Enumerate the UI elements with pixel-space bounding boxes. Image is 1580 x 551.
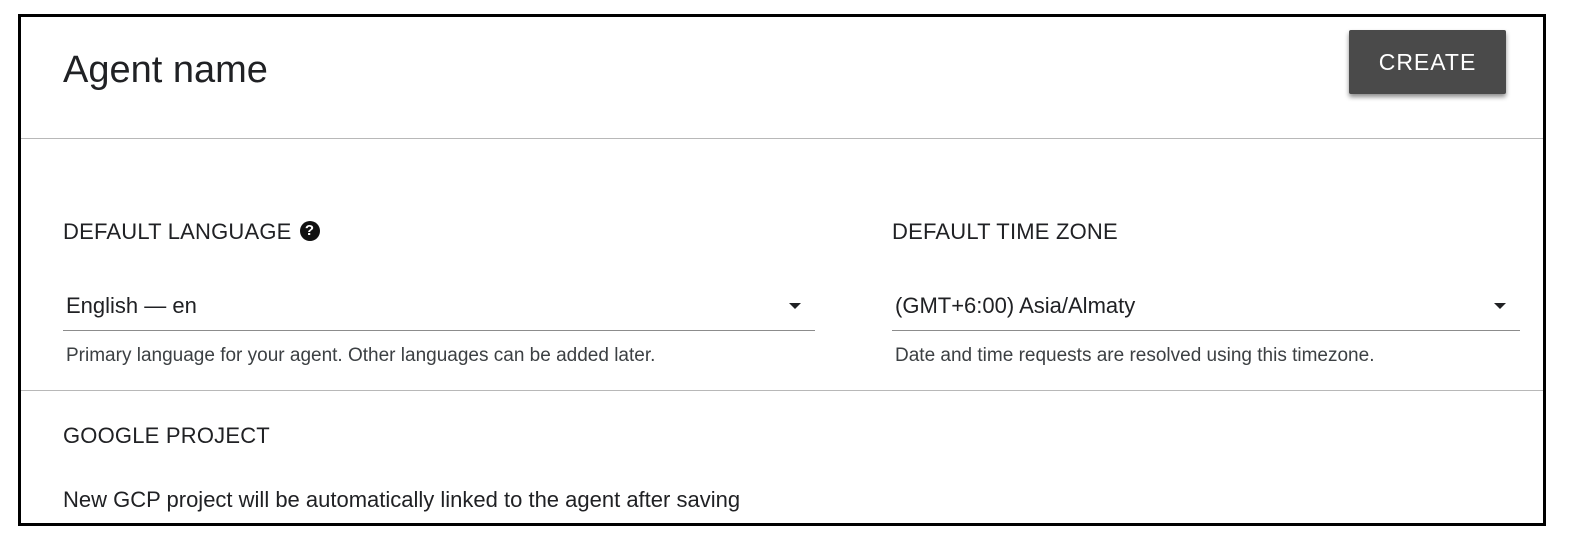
agent-create-panel: CREATE DEFAULT LANGUAGE? English — en Pr…: [18, 14, 1546, 526]
default-timezone-label: DEFAULT TIME ZONE: [892, 219, 1118, 244]
chevron-down-icon: [1494, 303, 1506, 309]
default-language-label-text: DEFAULT LANGUAGE: [63, 219, 292, 244]
default-language-label: DEFAULT LANGUAGE?: [63, 219, 320, 245]
question-circle-icon[interactable]: ?: [299, 221, 320, 242]
default-timezone-hint: Date and time requests are resolved usin…: [895, 345, 1375, 366]
create-button[interactable]: CREATE: [1349, 30, 1506, 94]
default-language-select[interactable]: English — en: [63, 286, 815, 331]
agent-name-input[interactable]: [63, 45, 1263, 95]
google-project-description: New GCP project will be automatically li…: [63, 487, 741, 512]
default-timezone-select[interactable]: (GMT+6:00) Asia/Almaty: [892, 286, 1520, 331]
section-divider: [21, 390, 1543, 391]
agent-header: CREATE: [21, 17, 1543, 139]
default-language-value: English — en: [66, 293, 197, 318]
chevron-down-icon: [789, 303, 801, 309]
default-language-hint: Primary language for your agent. Other l…: [66, 345, 656, 366]
default-timezone-value: (GMT+6:00) Asia/Almaty: [895, 293, 1136, 318]
google-project-label: GOOGLE PROJECT: [63, 423, 270, 448]
